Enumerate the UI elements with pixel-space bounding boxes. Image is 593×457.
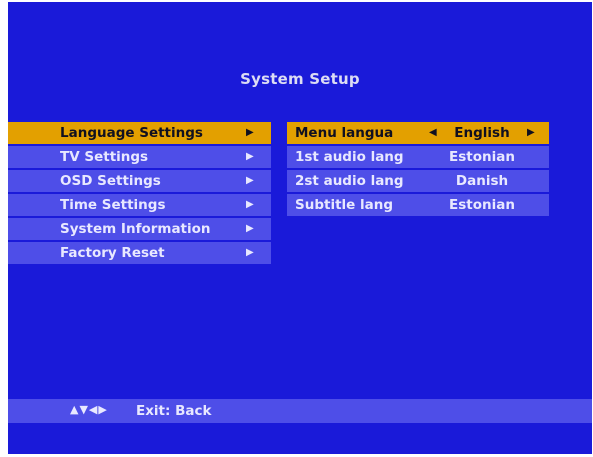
menu-item-osd-settings[interactable]: OSD Settings ▶ — [8, 170, 271, 192]
second-audio-language-value: Danish — [455, 173, 509, 189]
left-arrow-icon[interactable]: ◀ — [429, 125, 437, 141]
setup-menu: Language Settings ▶ TV Settings ▶ OSD Se… — [8, 122, 271, 266]
row-label: 1st audio lang — [295, 149, 404, 165]
menu-item-label: System Information — [60, 221, 211, 237]
page-title: System Setup — [240, 70, 360, 88]
tv-screen: System Setup Language Settings ▶ TV Sett… — [8, 2, 592, 454]
exit-back-hint: Exit: Back — [136, 403, 212, 419]
menu-item-label: TV Settings — [60, 149, 149, 165]
row-label: 2st audio lang — [295, 173, 404, 189]
row-label: Subtitle lang — [295, 197, 394, 213]
right-arrow-icon[interactable]: ▶ — [527, 125, 535, 141]
menu-item-factory-reset[interactable]: Factory Reset ▶ — [8, 242, 271, 264]
row-label: Menu langua — [295, 125, 394, 141]
right-arrow-icon: ▶ — [246, 223, 254, 234]
subtitle-language-value: Estonian — [449, 197, 515, 213]
menu-item-tv-settings[interactable]: TV Settings ▶ — [8, 146, 271, 168]
right-arrow-icon: ▶ — [246, 151, 254, 162]
first-audio-language-value: Estonian — [449, 149, 515, 165]
menu-item-language-settings[interactable]: Language Settings ▶ — [8, 122, 271, 144]
menu-item-label: Time Settings — [60, 197, 166, 213]
menu-item-label: OSD Settings — [60, 173, 161, 189]
menu-language-row[interactable]: Menu langua ◀ English ▶ — [287, 122, 549, 144]
menu-item-time-settings[interactable]: Time Settings ▶ — [8, 194, 271, 216]
subtitle-language-row[interactable]: Subtitle lang Estonian — [287, 194, 549, 216]
right-arrow-icon: ▶ — [246, 175, 254, 186]
menu-item-label: Language Settings — [60, 125, 203, 141]
second-audio-language-row[interactable]: 2st audio lang Danish — [287, 170, 549, 192]
right-arrow-icon: ▶ — [246, 127, 254, 138]
menu-language-value: English — [454, 125, 510, 141]
navigation-arrows-icon: ▲▼◀▶ — [70, 403, 108, 416]
first-audio-language-row[interactable]: 1st audio lang Estonian — [287, 146, 549, 168]
language-settings-panel: Menu langua ◀ English ▶ 1st audio lang E… — [287, 122, 549, 218]
right-arrow-icon: ▶ — [246, 199, 254, 210]
footer-hint-bar: ▲▼◀▶ Exit: Back — [8, 399, 592, 423]
menu-item-system-information[interactable]: System Information ▶ — [8, 218, 271, 240]
right-arrow-icon: ▶ — [246, 247, 254, 258]
menu-item-label: Factory Reset — [60, 245, 165, 261]
